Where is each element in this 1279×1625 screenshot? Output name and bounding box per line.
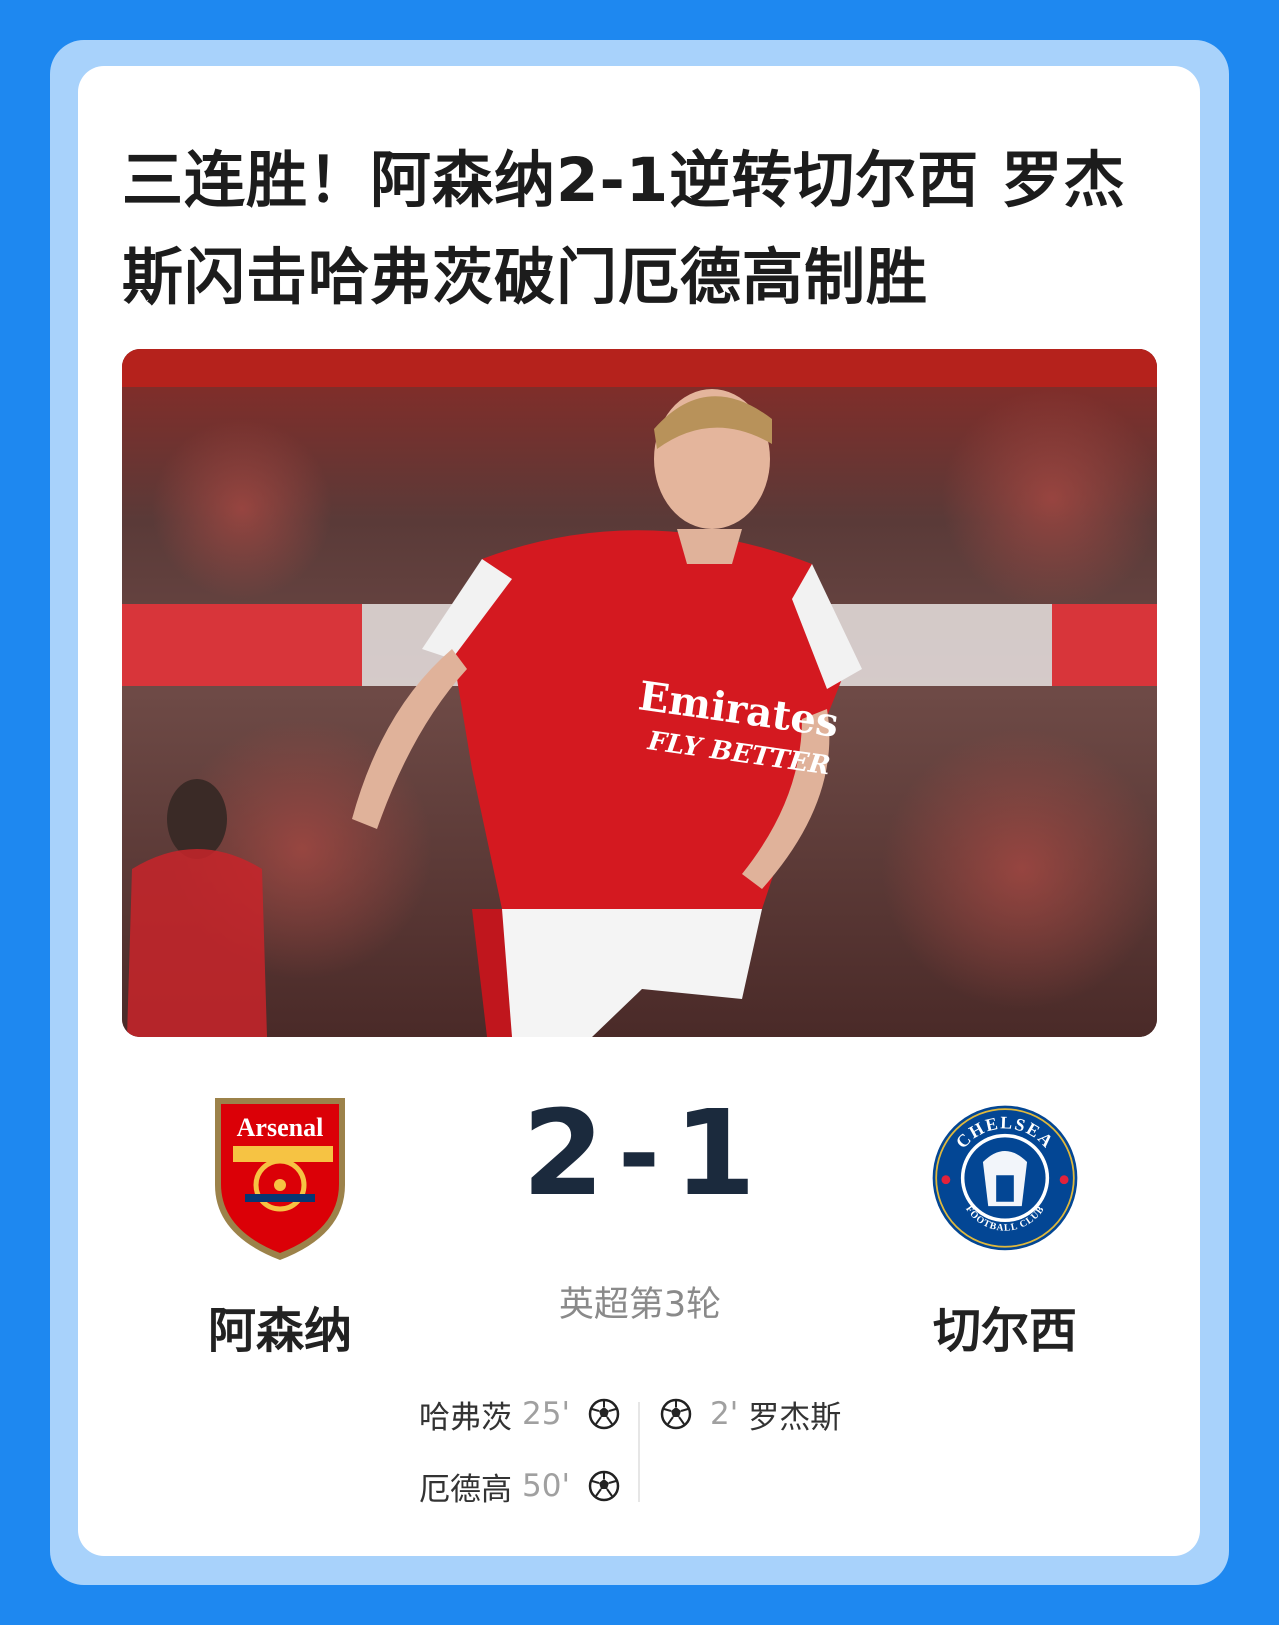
scoreline: 2-1 <box>520 1088 760 1225</box>
home-scorer-row: 厄德高 50' <box>419 1464 620 1508</box>
soccer-ball-icon <box>588 1470 620 1502</box>
home-team[interactable]: Arsenal 阿森纳 <box>170 1090 390 1361</box>
scorer-name: 厄德高 <box>419 1471 513 1508</box>
match-photo[interactable]: Emirates FLY BETTER <box>122 349 1157 1037</box>
home-team-name: 阿森纳 <box>207 1303 352 1359</box>
scorer-name: 哈弗茨 <box>419 1399 513 1436</box>
away-score: 1 <box>673 1084 758 1222</box>
player-photo-image: Emirates FLY BETTER <box>122 349 1157 1037</box>
away-team[interactable]: CHELSEA FOOTBALL CLUB 切尔西 <box>895 1090 1115 1361</box>
chelsea-crest-icon: CHELSEA FOOTBALL CLUB <box>932 1105 1078 1251</box>
home-score: 2 <box>522 1084 607 1222</box>
scorer-name: 罗杰斯 <box>748 1399 842 1436</box>
soccer-ball-icon <box>660 1398 692 1430</box>
away-scorer-row: 2' 罗杰斯 <box>660 1392 841 1436</box>
arsenal-crest-icon: Arsenal <box>215 1098 345 1260</box>
goal-minute: 25' <box>522 1396 570 1432</box>
goal-minute: 50' <box>522 1468 570 1504</box>
score-separator: - <box>618 1095 662 1212</box>
competition-round: 英超第3轮 <box>558 1285 722 1325</box>
goal-scorers: 哈弗茨 25' 厄德高 50' 2' 罗杰斯 <box>370 1392 910 1512</box>
away-team-name: 切尔西 <box>932 1303 1077 1359</box>
home-scorer-row: 哈弗茨 25' <box>419 1392 620 1436</box>
arsenal-crest-text: Arsenal <box>237 1113 324 1142</box>
goal-minute: 2' <box>710 1396 739 1432</box>
headline[interactable]: 三连胜！阿森纳2-1逆转切尔西 罗杰斯闪击哈弗茨破门厄德高制胜 <box>122 132 1162 326</box>
soccer-ball-icon <box>588 1398 620 1430</box>
scorers-divider <box>638 1402 640 1502</box>
